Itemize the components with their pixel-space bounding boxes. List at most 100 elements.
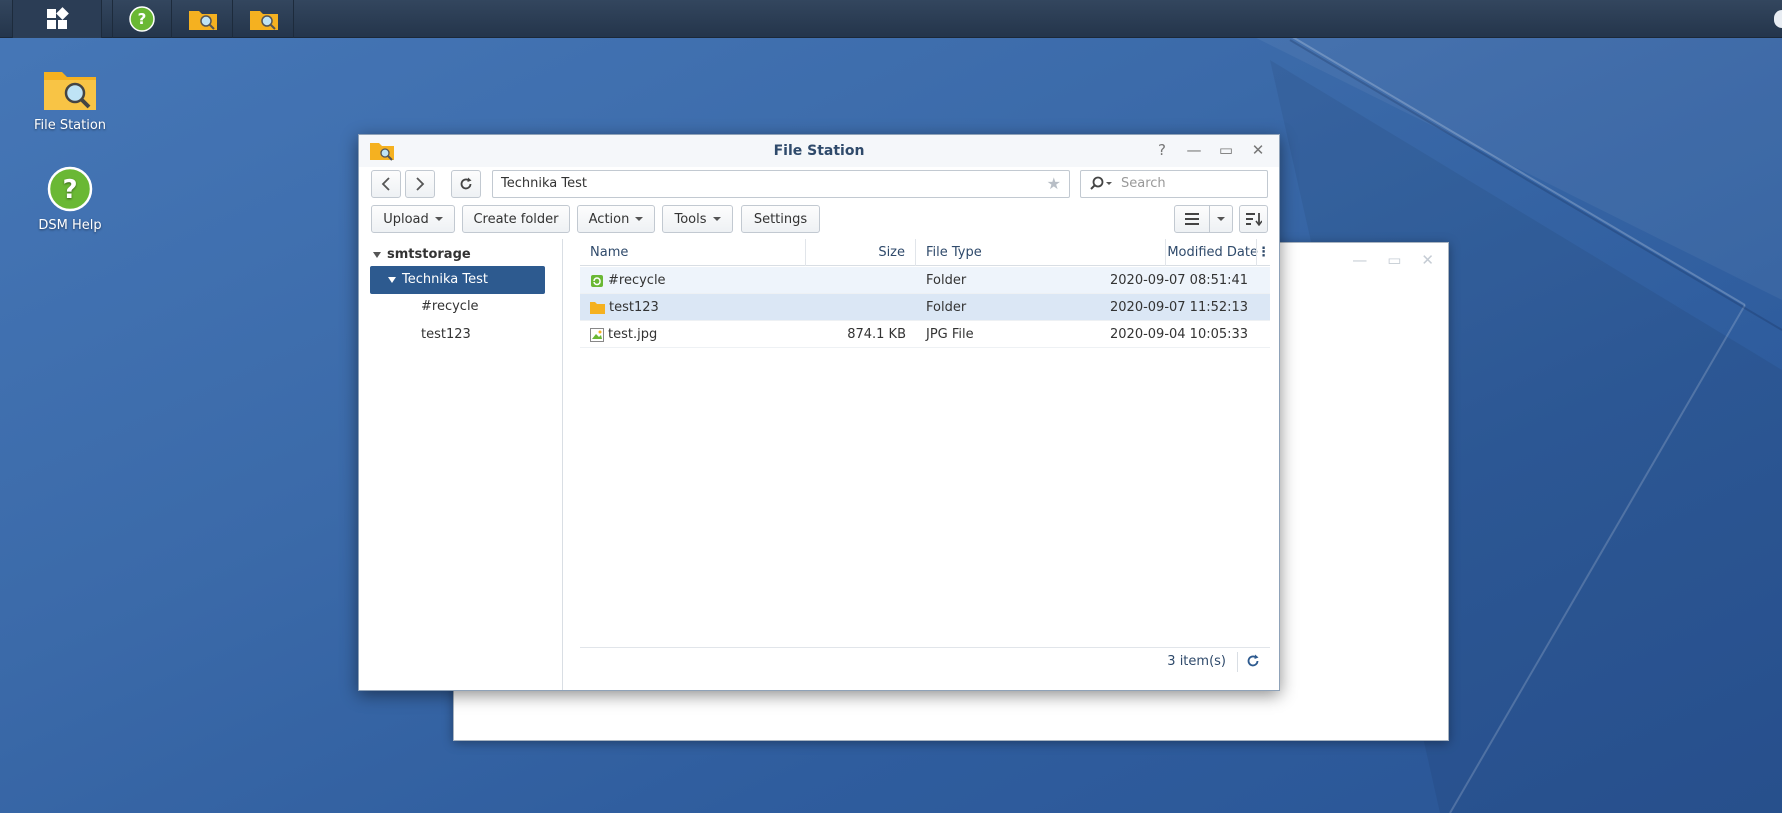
file-size: 874.1 KB [847, 327, 906, 342]
list-view-icon [1185, 213, 1199, 225]
upload-button[interactable]: Upload [371, 205, 455, 233]
expand-icon[interactable] [373, 251, 381, 258]
file-name: test123 [609, 300, 659, 315]
tree-item-technika-test[interactable]: Technika Test [370, 266, 545, 294]
svg-text:?: ? [62, 175, 77, 205]
file-size [806, 294, 906, 321]
path-input[interactable]: Technika Test ★ [492, 170, 1070, 198]
taskbar-file-station-button[interactable] [173, 0, 233, 38]
refresh-icon [460, 177, 472, 190]
file-station-window: File Station ? — ▭ ✕ Technika Test ★ Sea… [358, 134, 1280, 691]
desktop-icon-label: File Station [33, 118, 107, 133]
file-type: Folder [926, 273, 967, 288]
file-date: 2020-09-04 10:05:33 [1110, 327, 1249, 342]
caret-down-icon [712, 217, 721, 221]
settings-button[interactable]: Settings [741, 205, 820, 233]
action-label: Action [588, 211, 630, 227]
main-menu-button[interactable] [12, 0, 102, 38]
table-row[interactable]: test123 Folder 2020-09-07 11:52:13 [580, 294, 1270, 321]
taskbar-dsm-help-button[interactable]: ? [112, 0, 172, 38]
desktop-icon-label: DSM Help [38, 218, 102, 233]
create-folder-label: Create folder [473, 211, 559, 227]
status-bar: 3 item(s) [580, 647, 1270, 675]
tools-label: Tools [674, 211, 707, 227]
file-list: Name Size File Type Modified Date ⋮ #rec… [580, 239, 1270, 675]
minimize-icon[interactable]: — [1352, 251, 1367, 269]
caret-down-icon [434, 217, 443, 221]
folder-icon [590, 302, 605, 314]
window-titlebar[interactable]: File Station ? — ▭ ✕ [359, 135, 1279, 167]
divider [1237, 652, 1238, 672]
search-placeholder: Search [1121, 176, 1166, 191]
table-row[interactable]: #recycle Folder 2020-09-07 08:51:41 [580, 267, 1270, 294]
view-mode-button[interactable] [1174, 205, 1210, 233]
create-folder-button[interactable]: Create folder [462, 205, 570, 233]
upload-label: Upload [383, 211, 429, 227]
caret-down-icon [1217, 217, 1225, 221]
tools-button[interactable]: Tools [662, 205, 733, 233]
action-button[interactable]: Action [577, 205, 655, 233]
window-controls: ? — ▭ ✕ [1153, 141, 1267, 159]
tree-item-label: test123 [421, 327, 471, 342]
sort-icon [1245, 213, 1262, 226]
file-name: test.jpg [608, 327, 658, 342]
help-icon: ? [129, 6, 155, 32]
folder-tree: smtstorage Technika Test #recycle test12… [359, 239, 563, 690]
grid-icon [47, 7, 69, 29]
column-file-type[interactable]: File Type [916, 239, 1166, 266]
item-count: 3 item(s) [1167, 654, 1226, 669]
star-icon[interactable]: ★ [1047, 174, 1061, 193]
column-modified-date[interactable]: Modified Date [1166, 239, 1262, 266]
taskbar-file-station-button-2[interactable] [234, 0, 294, 38]
folder-search-icon [188, 11, 217, 30]
view-mode-dropdown[interactable] [1209, 205, 1233, 233]
recycle-folder-icon [591, 274, 603, 287]
column-size[interactable]: Size [806, 239, 916, 266]
tree-root-smtstorage[interactable]: smtstorage [373, 241, 471, 269]
help-button[interactable]: ? [1153, 141, 1171, 159]
file-date: 2020-09-07 11:52:13 [1110, 300, 1249, 315]
svg-text:?: ? [138, 10, 147, 28]
taskbar: ? [0, 0, 1782, 38]
back-button[interactable] [371, 170, 401, 198]
column-menu-icon[interactable]: ⋮ [1256, 239, 1270, 266]
forward-button[interactable] [405, 170, 435, 198]
tree-item-label: Technika Test [402, 272, 488, 287]
close-button[interactable]: ✕ [1249, 141, 1267, 159]
chevron-right-icon [416, 177, 425, 191]
file-size [806, 267, 906, 294]
column-name[interactable]: Name [580, 239, 806, 266]
close-icon[interactable]: ✕ [1421, 251, 1434, 269]
file-list-header: Name Size File Type Modified Date ⋮ [580, 239, 1270, 266]
tree-item-label: #recycle [421, 299, 479, 314]
tree-item-test123[interactable]: test123 [421, 321, 471, 349]
settings-label: Settings [753, 211, 808, 227]
file-date: 2020-09-07 08:51:41 [1110, 273, 1249, 288]
search-icon[interactable] [1089, 176, 1115, 196]
refresh-icon[interactable] [1246, 654, 1260, 672]
caret-down-icon [635, 217, 644, 221]
desktop-file-station[interactable]: File Station [20, 64, 120, 133]
file-type: JPG File [926, 327, 974, 342]
refresh-button[interactable] [451, 170, 481, 198]
minimize-button[interactable]: — [1185, 141, 1203, 159]
file-type: Folder [926, 300, 967, 315]
image-file-icon [590, 327, 604, 342]
folder-search-icon [44, 72, 96, 110]
chevron-left-icon [381, 177, 390, 191]
folder-search-icon [249, 11, 278, 30]
file-name: #recycle [608, 273, 666, 288]
table-row[interactable]: test.jpg 874.1 KB JPG File 2020-09-04 10… [580, 321, 1270, 348]
chat-icon[interactable] [1774, 10, 1782, 28]
maximize-button[interactable]: ▭ [1217, 141, 1235, 159]
maximize-icon[interactable]: ▭ [1387, 251, 1401, 269]
window-title: File Station [773, 143, 865, 159]
sort-button[interactable] [1239, 205, 1268, 233]
tree-item-recycle[interactable]: #recycle [421, 293, 479, 321]
desktop-dsm-help[interactable]: ? DSM Help [20, 164, 120, 233]
search-input[interactable]: Search [1080, 170, 1268, 198]
expand-icon[interactable] [388, 276, 396, 283]
tree-root-label: smtstorage [387, 247, 471, 262]
help-icon: ? [47, 166, 93, 212]
path-text: Technika Test [501, 176, 587, 191]
